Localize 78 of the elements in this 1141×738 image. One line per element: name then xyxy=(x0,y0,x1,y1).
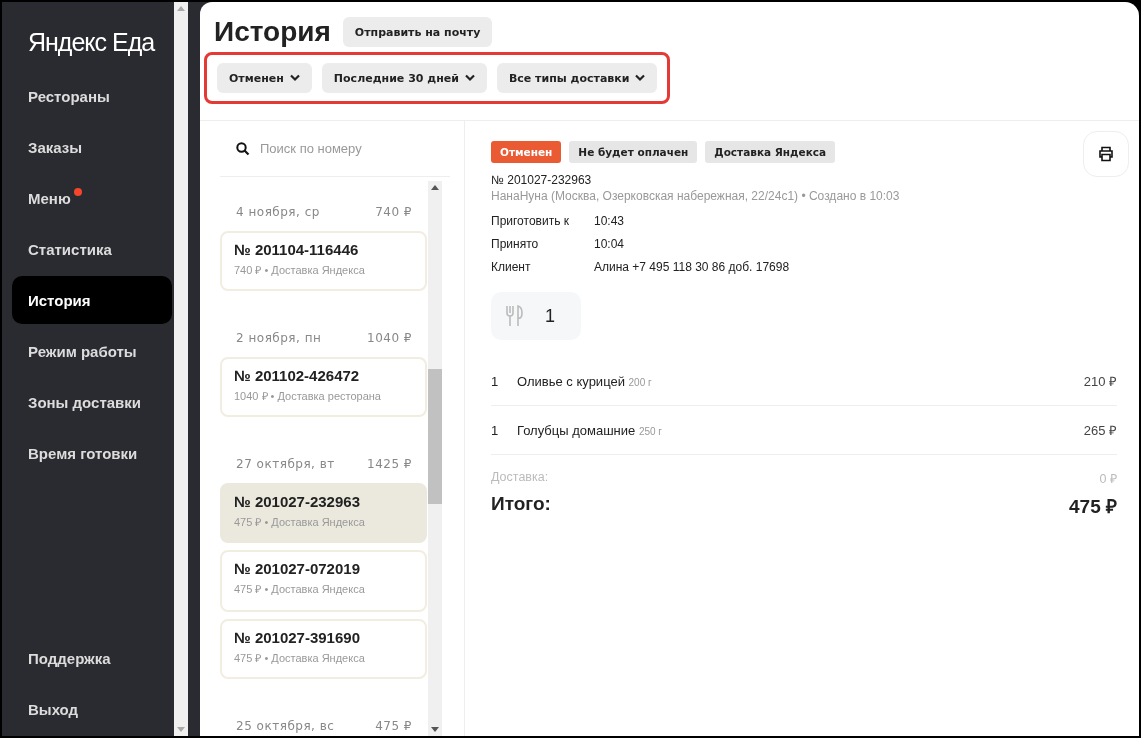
order-number: № 201102-426472 xyxy=(234,367,361,384)
order-number: № 201027-391690 xyxy=(234,629,361,646)
order-meta: НанаНуна (Москва, Озерковская набережная, 22/24с1) • Создано в 10:03 xyxy=(491,189,901,203)
logo-brand: Яндекс xyxy=(28,28,107,58)
nav-item[interactable]: Зоны доставки xyxy=(12,378,172,426)
item-weight: 200 г xyxy=(628,376,652,388)
cutlery-icon xyxy=(505,305,523,327)
scroll-down-arrow-icon xyxy=(177,727,185,733)
order-details: 475 ₽ • Доставка Яндекса xyxy=(234,651,366,665)
field-label: Клиент xyxy=(491,259,532,274)
order-number: № 201027-232963 xyxy=(491,173,593,187)
order-details: 475 ₽ • Доставка Яндекса xyxy=(234,515,366,529)
nav-item[interactable]: Режим работы xyxy=(12,327,172,375)
send-email-button[interactable]: Отправить на почту xyxy=(342,17,493,47)
item-quantity: 1 xyxy=(491,422,500,438)
order-card[interactable]: № 201104-116446 740 ₽ • Доставка Яндекса xyxy=(220,231,427,291)
day-total: 740 ₽ xyxy=(375,205,412,221)
page-title: История xyxy=(214,16,331,48)
field-value: Алина +7 495 118 30 86 доб. 17698 xyxy=(594,259,790,274)
status-tag: Не будет оплачен xyxy=(569,141,698,163)
scrollbar[interactable] xyxy=(428,181,442,736)
nav-item[interactable]: Выход xyxy=(12,685,172,733)
status-tag: Отменен xyxy=(491,141,562,163)
total-label: Итого: xyxy=(491,493,551,516)
date-heading: 2 ноября, пн xyxy=(236,331,322,347)
field-label: Принято xyxy=(491,236,540,251)
scroll-up-arrow-icon xyxy=(177,5,185,11)
search-icon xyxy=(236,141,250,156)
scroll-up-arrow-icon xyxy=(431,184,439,190)
order-number: № 201027-232963 xyxy=(234,493,361,510)
delivery-label: Доставка: xyxy=(491,470,549,486)
order-card[interactable]: № 201027-391690 475 ₽ • Доставка Яндекса xyxy=(220,619,427,679)
day-total: 1425 ₽ xyxy=(367,457,412,473)
item-name: Голубцы домашние xyxy=(517,422,636,438)
total-price: 475 ₽ xyxy=(1069,495,1117,519)
scrollbar[interactable] xyxy=(174,2,188,736)
field-label: Приготовить к xyxy=(491,213,570,228)
filter-dropdown[interactable]: Все типы доставки xyxy=(496,63,658,93)
nav-item[interactable]: История xyxy=(12,276,172,324)
cutlery-count: 1 xyxy=(545,305,555,327)
order-card[interactable]: № 201102-426472 1040 ₽ • Доставка ресторана xyxy=(220,357,427,417)
date-heading: 25 октября, вс xyxy=(236,719,335,735)
item-price: 210 ₽ xyxy=(1083,373,1117,390)
item-weight: 250 г xyxy=(638,425,663,437)
field-value: 10:43 xyxy=(594,213,625,228)
scrollbar-thumb[interactable] xyxy=(428,369,442,504)
order-number: № 201104-116446 xyxy=(234,241,360,258)
order-card[interactable]: № 201027-072019 475 ₽ • Доставка Яндекса xyxy=(220,550,427,612)
date-heading: 4 ноября, ср xyxy=(236,205,320,221)
logo-product: Еда xyxy=(112,28,155,58)
chevron-down-icon xyxy=(464,74,475,82)
date-heading: 27 октября, вт xyxy=(236,457,335,473)
order-details: 1040 ₽ • Доставка ресторана xyxy=(234,389,382,403)
printer-icon xyxy=(1098,146,1114,162)
nav-item[interactable]: Заказы xyxy=(12,123,172,171)
order-card[interactable]: № 201027-232963 475 ₽ • Доставка Яндекса xyxy=(220,483,427,543)
nav-item[interactable]: Меню xyxy=(12,174,172,222)
order-details: 475 ₽ • Доставка Яндекса xyxy=(234,582,366,596)
print-button[interactable] xyxy=(1083,131,1129,177)
scroll-down-arrow-icon xyxy=(431,727,439,733)
order-details: 740 ₽ • Доставка Яндекса xyxy=(234,263,366,277)
nav-item[interactable]: Статистика xyxy=(12,225,172,273)
chevron-down-icon xyxy=(289,74,300,82)
filter-dropdown[interactable]: Последние 30 дней xyxy=(321,63,487,93)
filter-dropdown[interactable]: Отменен xyxy=(217,63,312,93)
nav-item[interactable]: Время готовки xyxy=(12,429,172,477)
item-name: Оливье с курицей xyxy=(517,373,625,389)
delivery-price: 0 ₽ xyxy=(1099,471,1117,487)
nav-item[interactable]: Поддержка xyxy=(12,634,172,682)
item-quantity: 1 xyxy=(491,373,500,389)
field-value: 10:04 xyxy=(594,236,625,251)
order-number: № 201027-072019 xyxy=(234,560,361,577)
nav-item[interactable]: Рестораны xyxy=(12,72,172,120)
chevron-down-icon xyxy=(635,74,646,82)
item-price: 265 ₽ xyxy=(1083,422,1117,439)
status-tag: Доставка Яндекса xyxy=(705,141,836,163)
day-total: 475 ₽ xyxy=(375,719,412,735)
day-total: 1040 ₽ xyxy=(367,331,412,347)
